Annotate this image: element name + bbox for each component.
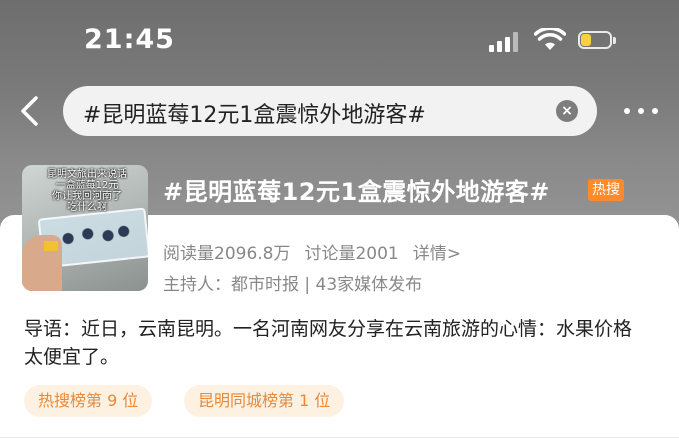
hot-badge: 热搜 (588, 179, 624, 201)
read-count: 阅读量2096.8万 (163, 244, 291, 264)
topic-stats: 阅读量2096.8万 讨论量2001 详情> (163, 239, 475, 264)
divider (0, 437, 679, 438)
topic-thumbnail[interactable]: 昆明文旅出来说话 一盒蓝莓12元 你让我回河南了 吃什么啊 (22, 165, 148, 291)
more-icon[interactable] (622, 96, 662, 126)
thumbnail-caption: 昆明文旅出来说话 一盒蓝莓12元 你让我回河南了 吃什么啊 (47, 169, 127, 213)
signal-icon (489, 32, 523, 52)
discussion-count: 讨论量2001 (304, 244, 399, 264)
status-time: 21:45 (84, 24, 175, 55)
back-arrow-icon[interactable] (14, 94, 46, 128)
tag-city-rank[interactable]: 昆明同城榜第 1 位 (184, 385, 345, 417)
topic-intro: 导语：近日，云南昆明。一名河南网友分享在云南旅游的心情：水果价格太便宜了。 (24, 318, 633, 368)
battery-icon (578, 31, 618, 51)
search-input[interactable]: #昆明蓝莓12元1盒震惊外地游客# × (63, 86, 597, 136)
search-text[interactable]: #昆明蓝莓12元1盒震惊外地游客# (83, 97, 426, 129)
clear-icon[interactable]: × (556, 100, 578, 122)
top-nav: #昆明蓝莓12元1盒震惊外地游客# × (0, 80, 679, 140)
detail-link[interactable]: 详情> (413, 244, 461, 264)
topic-title: #昆明蓝莓12元1盒震惊外地游客# (163, 178, 550, 206)
status-bar: 21:45 (0, 0, 679, 80)
wifi-icon (534, 28, 566, 50)
tag-hot-search-rank[interactable]: 热搜榜第 9 位 (24, 385, 153, 417)
host-info: 主持人：都市时报 | 43家媒体发布 (163, 275, 423, 295)
